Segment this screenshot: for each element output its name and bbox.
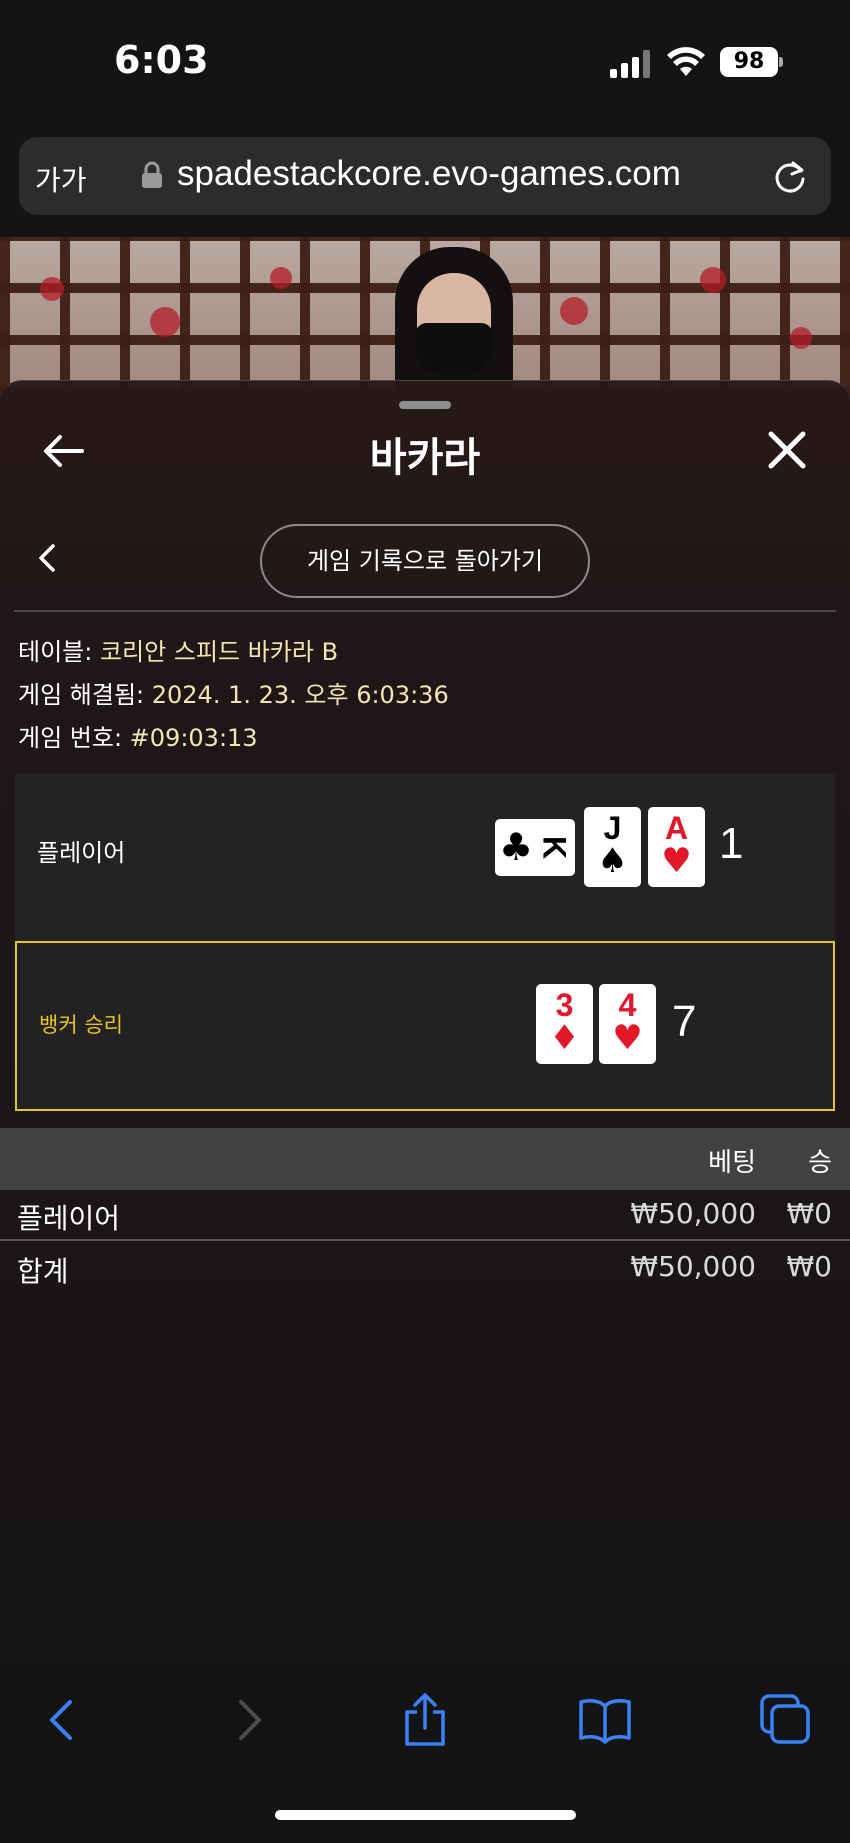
win-column-header: 승	[808, 1148, 832, 1178]
drag-handle[interactable]	[399, 401, 451, 409]
chevron-left-icon[interactable]	[36, 543, 58, 573]
back-icon[interactable]	[36, 1692, 92, 1748]
battery-icon: 98	[720, 47, 778, 77]
text-size-button[interactable]: 가가	[35, 159, 87, 199]
resolved-info: 게임 해결됨: 2024. 1. 23. 오후 6:03:36	[18, 675, 449, 710]
battery-tip	[779, 57, 783, 67]
bets-table-header: 베팅 승	[0, 1128, 850, 1190]
bookmarks-icon[interactable]	[577, 1692, 633, 1748]
total-bet-amount: ₩50,000	[630, 1250, 756, 1283]
player-hand-label: 플레이어	[37, 839, 126, 867]
card-suit: ♠	[597, 841, 628, 881]
forward-icon[interactable]	[219, 1692, 275, 1748]
card-suit: ♣	[498, 825, 534, 869]
resolved-value: 2024. 1. 23. 오후 6:03:36	[151, 681, 449, 709]
card-suit: ♥	[612, 1018, 643, 1058]
bet-column-header: 베팅	[708, 1148, 756, 1178]
total-label: 합계	[17, 1255, 69, 1288]
card-rank: K	[536, 835, 573, 860]
blossom-decoration	[40, 277, 64, 301]
dealer-mask	[415, 323, 493, 375]
back-to-history-button[interactable]: 게임 기록으로 돌아가기	[260, 524, 590, 598]
playing-card: ♣ K	[495, 819, 575, 876]
bet-row-label: 플레이어	[17, 1202, 121, 1235]
banker-hand-row: 뱅커 승리 3 ♦ 4 ♥ 7	[15, 941, 835, 1111]
close-icon[interactable]	[766, 429, 808, 471]
card-suit: ♥	[661, 841, 692, 881]
home-indicator[interactable]	[275, 1810, 576, 1820]
wifi-icon	[667, 47, 705, 76]
banker-score: 7	[672, 997, 697, 1046]
player-hand-row: 플레이어 ♣ K J ♠ A ♥ 1	[15, 773, 835, 943]
tabs-icon[interactable]	[758, 1692, 814, 1748]
blossom-decoration	[560, 297, 588, 325]
status-time: 6:03	[114, 38, 209, 82]
resolved-label: 게임 해결됨:	[18, 681, 152, 709]
game-number-info: 게임 번호: #09:03:13	[18, 718, 258, 753]
playing-card: 4 ♥	[599, 984, 656, 1064]
reload-icon[interactable]	[771, 157, 809, 195]
url-text[interactable]: spadestackcore.evo-games.com	[177, 154, 681, 194]
signal-icon	[610, 50, 650, 78]
table-info: 테이블: 코리안 스피드 바카라 B	[18, 632, 338, 667]
card-suit: ♦	[549, 1018, 580, 1058]
share-icon[interactable]	[397, 1692, 453, 1748]
address-bar[interactable]: 가가 spadestackcore.evo-games.com	[19, 137, 831, 215]
status-bar: 6:03 98	[0, 0, 850, 125]
game-number-label: 게임 번호:	[18, 724, 130, 752]
table-row: 플레이어 ₩50,000 ₩0	[0, 1191, 850, 1243]
table-value: 코리안 스피드 바카라 B	[99, 638, 339, 666]
banker-win-label: 뱅커 승리	[39, 1013, 123, 1037]
divider	[0, 1239, 850, 1241]
browser-chrome: 가가 spadestackcore.evo-games.com	[0, 125, 850, 237]
game-history-panel: 바카라 게임 기록으로 돌아가기 테이블: 코리안 스피드 바카라 B 게임 해…	[0, 380, 850, 1662]
divider	[14, 610, 836, 612]
playing-card: 3 ♦	[536, 984, 593, 1064]
blossom-decoration	[270, 267, 292, 289]
lock-icon	[142, 161, 162, 188]
game-number-value: #09:03:13	[129, 724, 258, 752]
player-score: 1	[719, 819, 744, 868]
bet-amount: ₩50,000	[630, 1197, 756, 1230]
table-label: 테이블:	[18, 638, 100, 666]
panel-title: 바카라	[369, 435, 481, 481]
table-row: 합계 ₩50,000 ₩0	[0, 1244, 850, 1296]
playing-card: A ♥	[648, 807, 705, 887]
blossom-decoration	[790, 327, 812, 349]
win-amount: ₩0	[786, 1197, 833, 1230]
blossom-decoration	[700, 267, 726, 293]
blossom-decoration	[150, 307, 180, 337]
playing-card: J ♠	[584, 807, 641, 887]
total-win-amount: ₩0	[786, 1250, 833, 1283]
